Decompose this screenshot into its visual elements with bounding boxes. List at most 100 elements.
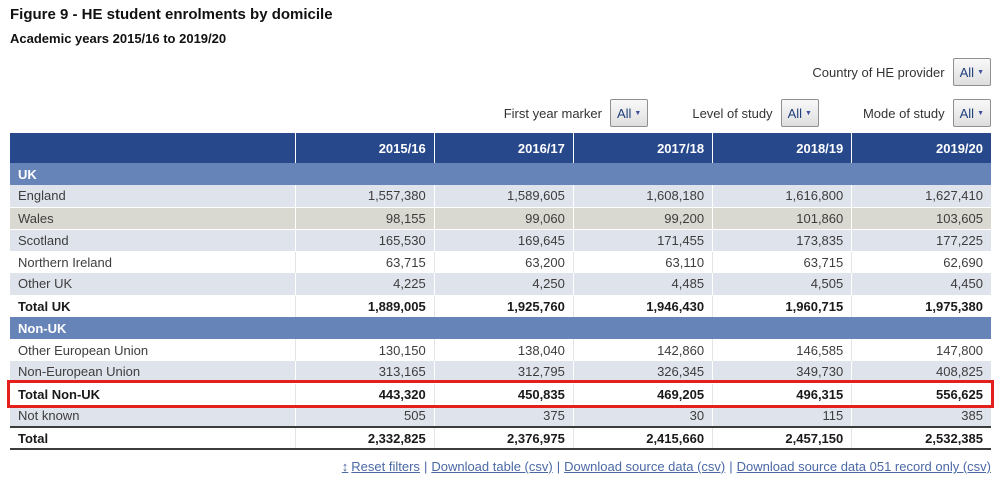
cell-value: 1,589,605 bbox=[434, 185, 573, 207]
row-label: Non-European Union bbox=[10, 361, 295, 383]
first-year-marker-dropdown[interactable]: All▼ bbox=[610, 99, 648, 127]
cell-value: 4,250 bbox=[434, 273, 573, 295]
cell-value: 1,889,005 bbox=[295, 295, 434, 317]
row-total-non-uk[interactable]: Total Non-UK443,320450,835469,205496,315… bbox=[10, 383, 991, 405]
enrolments-table: 2015/162016/172017/182018/192019/20 UKEn… bbox=[10, 133, 991, 450]
row-non-european-union[interactable]: Non-European Union313,165312,795326,3453… bbox=[10, 361, 991, 383]
row-label: Other UK bbox=[10, 273, 295, 295]
cell-value: 4,450 bbox=[852, 273, 991, 295]
column-header-2015-16: 2015/16 bbox=[295, 133, 434, 163]
row-label: Wales bbox=[10, 207, 295, 229]
row-label: England bbox=[10, 185, 295, 207]
link-separator: | bbox=[424, 459, 427, 474]
row-not-known[interactable]: Not known50537530115385 bbox=[10, 405, 991, 427]
row-wales[interactable]: Wales98,15599,06099,200101,860103,605 bbox=[10, 207, 991, 229]
cell-value: 165,530 bbox=[295, 229, 434, 251]
cell-value: 177,225 bbox=[852, 229, 991, 251]
cell-value: 1,975,380 bbox=[852, 295, 991, 317]
row-label-header bbox=[10, 133, 295, 163]
row-label: Scotland bbox=[10, 229, 295, 251]
cell-value: 556,625 bbox=[852, 383, 991, 405]
cell-value: 2,332,825 bbox=[295, 427, 434, 449]
link-separator: | bbox=[729, 459, 732, 474]
row-total-uk[interactable]: Total UK1,889,0051,925,7601,946,4301,960… bbox=[10, 295, 991, 317]
cell-value: 171,455 bbox=[573, 229, 712, 251]
column-header-2019-20: 2019/20 bbox=[852, 133, 991, 163]
section-label: UK bbox=[10, 163, 991, 185]
link-label: Download source data 051 record only (cs… bbox=[737, 459, 991, 474]
section-label: Non-UK bbox=[10, 317, 991, 339]
cell-value: 130,150 bbox=[295, 339, 434, 361]
chevron-down-icon: ▼ bbox=[977, 69, 984, 76]
cell-value: 1,946,430 bbox=[573, 295, 712, 317]
cell-value: 375 bbox=[434, 405, 573, 427]
cell-value: 505 bbox=[295, 405, 434, 427]
page-subtitle: Academic years 2015/16 to 2019/20 bbox=[10, 31, 226, 46]
cell-value: 469,205 bbox=[573, 383, 712, 405]
mode-of-study-dropdown[interactable]: All▼ bbox=[953, 99, 991, 127]
row-other-uk[interactable]: Other UK4,2254,2504,4854,5054,450 bbox=[10, 273, 991, 295]
filter-group-first-year-marker: First year markerAll▼ bbox=[504, 99, 649, 127]
link-label: Download table (csv) bbox=[431, 459, 552, 474]
cell-value: 169,645 bbox=[434, 229, 573, 251]
link-separator: | bbox=[557, 459, 560, 474]
link-label: Reset filters bbox=[351, 459, 420, 474]
footer-links: ↕Reset filters | Download table (csv) | Down… bbox=[342, 459, 991, 474]
cell-value: 99,060 bbox=[434, 207, 573, 229]
dropdown-value: All bbox=[617, 106, 631, 121]
filter-row-top: Country of HE provider All▼ bbox=[812, 58, 991, 86]
filter-label-mode-of-study: Mode of study bbox=[863, 106, 945, 121]
cell-value: 63,200 bbox=[434, 251, 573, 273]
dropdown-value: All bbox=[960, 106, 974, 121]
column-header-2018-19: 2018/19 bbox=[713, 133, 852, 163]
column-header-2017-18: 2017/18 bbox=[573, 133, 712, 163]
chevron-down-icon: ▼ bbox=[805, 110, 812, 117]
cell-value: 2,532,385 bbox=[852, 427, 991, 449]
cell-value: 138,040 bbox=[434, 339, 573, 361]
filter-label-country-of-he-provider: Country of HE provider bbox=[812, 65, 944, 80]
cell-value: 4,225 bbox=[295, 273, 434, 295]
cell-value: 385 bbox=[852, 405, 991, 427]
country-of-he-provider-dropdown[interactable]: All▼ bbox=[953, 58, 991, 86]
download-source-data-051-record-only-csv-link[interactable]: Download source data 051 record only (cs… bbox=[737, 459, 991, 474]
cell-value: 1,557,380 bbox=[295, 185, 434, 207]
filter-label-level-of-study: Level of study bbox=[692, 106, 772, 121]
cell-value: 408,825 bbox=[852, 361, 991, 383]
row-northern-ireland[interactable]: Northern Ireland63,71563,20063,11063,715… bbox=[10, 251, 991, 273]
row-other-european-union[interactable]: Other European Union130,150138,040142,86… bbox=[10, 339, 991, 361]
cell-value: 63,715 bbox=[295, 251, 434, 273]
cell-value: 103,605 bbox=[852, 207, 991, 229]
cell-value: 146,585 bbox=[713, 339, 852, 361]
row-label: Northern Ireland bbox=[10, 251, 295, 273]
row-total[interactable]: Total2,332,8252,376,9752,415,6602,457,15… bbox=[10, 427, 991, 449]
row-scotland[interactable]: Scotland165,530169,645171,455173,835177,… bbox=[10, 229, 991, 251]
cell-value: 1,608,180 bbox=[573, 185, 712, 207]
cell-value: 326,345 bbox=[573, 361, 712, 383]
download-table-csv-link[interactable]: Download table (csv) bbox=[431, 459, 552, 474]
cell-value: 2,415,660 bbox=[573, 427, 712, 449]
dropdown-value: All bbox=[960, 65, 974, 80]
download-source-data-csv-link[interactable]: Download source data (csv) bbox=[564, 459, 725, 474]
row-label: Total Non-UK bbox=[10, 383, 295, 405]
cell-value: 101,860 bbox=[713, 207, 852, 229]
cell-value: 62,690 bbox=[852, 251, 991, 273]
column-header-2016-17: 2016/17 bbox=[434, 133, 573, 163]
table-header-row: 2015/162016/172017/182018/192019/20 bbox=[10, 133, 991, 163]
cell-value: 99,200 bbox=[573, 207, 712, 229]
filter-group-country-of-he-provider: Country of HE provider All▼ bbox=[812, 58, 991, 86]
cell-value: 312,795 bbox=[434, 361, 573, 383]
up-down-arrow-icon: ↕ bbox=[342, 459, 349, 474]
link-label: Download source data (csv) bbox=[564, 459, 725, 474]
row-label: Total UK bbox=[10, 295, 295, 317]
chevron-down-icon: ▼ bbox=[634, 110, 641, 117]
row-england[interactable]: England1,557,3801,589,6051,608,1801,616,… bbox=[10, 185, 991, 207]
row-non-uk: Non-UK bbox=[10, 317, 991, 339]
cell-value: 4,505 bbox=[713, 273, 852, 295]
row-label: Other European Union bbox=[10, 339, 295, 361]
page-title: Figure 9 - HE student enrolments by domi… bbox=[10, 6, 333, 23]
level-of-study-dropdown[interactable]: All▼ bbox=[781, 99, 819, 127]
cell-value: 2,376,975 bbox=[434, 427, 573, 449]
cell-value: 496,315 bbox=[713, 383, 852, 405]
cell-value: 313,165 bbox=[295, 361, 434, 383]
reset-filters-link[interactable]: ↕Reset filters bbox=[342, 459, 420, 474]
